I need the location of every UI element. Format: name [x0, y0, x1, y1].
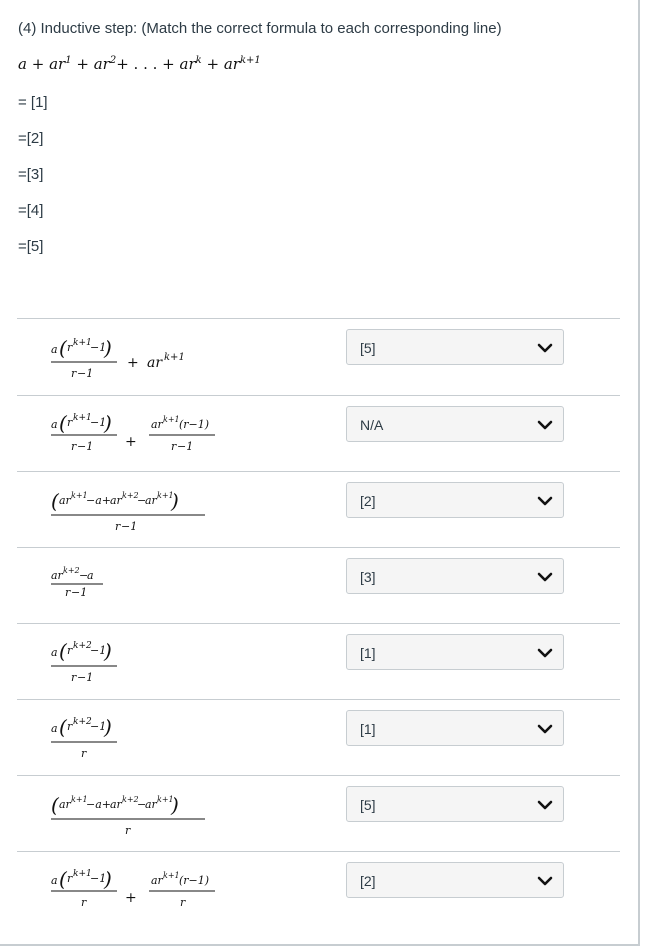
svg-text:r: r — [81, 896, 87, 909]
formula-display: ar k+2 − a r −1 — [49, 556, 249, 616]
answer-dropdown[interactable]: [1] — [346, 634, 564, 670]
answer-dropdown[interactable]: [3] — [346, 558, 564, 594]
step-line-3: =[3] — [18, 166, 44, 183]
svg-text:ar: ar — [110, 798, 123, 811]
svg-text:a: a — [87, 569, 94, 582]
svg-text:−1: −1 — [177, 440, 193, 453]
dropdown-selected-value: [3] — [360, 569, 376, 585]
svg-text:): ) — [170, 793, 179, 817]
series-expression: a + ar1 + ar2+ . . . + ark + ark+1 — [18, 55, 261, 73]
svg-text:k+1: k+1 — [164, 352, 185, 363]
question-card: (4) Inductive step: (Match the correct f… — [0, 0, 640, 946]
svg-text:): ) — [103, 639, 112, 663]
answer-dropdown[interactable]: [1] — [346, 710, 564, 746]
svg-text:−1: −1 — [121, 520, 137, 533]
match-row: a ( r k+1 −1 ) r + ar k+1 (r−1) r [2] — [17, 852, 620, 928]
svg-text:): ) — [103, 715, 112, 739]
step-line-5: =[5] — [18, 238, 44, 255]
svg-text:+: + — [125, 434, 137, 450]
svg-text:a: a — [51, 646, 58, 659]
svg-text:−1: −1 — [71, 586, 87, 599]
svg-text:k+1: k+1 — [73, 413, 92, 423]
match-row: ( ar k+1 −a+ ar k+2 − ar k+1 ) r −1 [2] — [17, 472, 620, 548]
chevron-down-icon — [537, 572, 553, 582]
chevron-down-icon — [537, 496, 553, 506]
dropdown-selected-value: [5] — [360, 340, 376, 356]
formula-display: a ( r k+1 −1 ) r −1 + ar k+1 (r−1) r −1 — [49, 404, 249, 464]
match-row: a ( r k+1 −1 ) r −1 + ar k+1 [5] — [17, 319, 620, 395]
dropdown-selected-value: N/A — [360, 417, 384, 433]
step-line-1: = [1] — [18, 94, 48, 111]
svg-text:k+1: k+1 — [163, 415, 180, 424]
formula-display: ( ar k+1 −a+ ar k+2 − ar k+1 ) r — [49, 784, 249, 844]
svg-text:): ) — [103, 411, 112, 435]
question-title: (4) Inductive step: (Match the correct f… — [18, 20, 502, 37]
formula-display: a ( r k+1 −1 ) r + ar k+1 (r−1) r — [49, 860, 249, 920]
svg-text:+: + — [125, 890, 137, 906]
step-line-2: =[2] — [18, 130, 44, 147]
answer-dropdown[interactable]: N/A — [346, 406, 564, 442]
svg-text:a: a — [51, 418, 58, 431]
dropdown-selected-value: [2] — [360, 493, 376, 509]
svg-text:a: a — [51, 722, 58, 735]
svg-text:−a+: −a+ — [86, 798, 111, 811]
svg-text:k+1: k+1 — [73, 869, 92, 879]
svg-text:r: r — [125, 824, 131, 837]
svg-text:r: r — [180, 896, 186, 909]
chevron-down-icon — [537, 420, 553, 430]
svg-text:−a+: −a+ — [86, 494, 111, 507]
dropdown-selected-value: [2] — [360, 873, 376, 889]
svg-text:−1: −1 — [77, 367, 93, 380]
svg-text:): ) — [103, 336, 112, 360]
svg-text:ar: ar — [59, 798, 72, 811]
formula-display: ( ar k+1 −a+ ar k+2 − ar k+1 ) r −1 — [49, 480, 249, 540]
answer-dropdown[interactable]: [5] — [346, 329, 564, 365]
svg-text:+: + — [127, 355, 139, 371]
svg-text:ar: ar — [145, 798, 158, 811]
svg-text:k+1: k+1 — [163, 871, 180, 880]
svg-text:k+2: k+2 — [63, 566, 80, 575]
chevron-down-icon — [537, 800, 553, 810]
dropdown-selected-value: [1] — [360, 645, 376, 661]
formula-display: a ( r k+1 −1 ) r −1 + ar k+1 — [49, 327, 249, 387]
svg-text:−1: −1 — [77, 671, 93, 684]
svg-text:ar: ar — [145, 494, 158, 507]
svg-text:a: a — [51, 874, 58, 887]
answer-dropdown[interactable]: [2] — [346, 862, 564, 898]
formula-display: a ( r k+2 −1 ) r −1 — [49, 632, 249, 692]
chevron-down-icon — [537, 343, 553, 353]
chevron-down-icon — [537, 648, 553, 658]
svg-text:ar: ar — [110, 494, 123, 507]
answer-dropdown[interactable]: [2] — [346, 482, 564, 518]
step-line-4: =[4] — [18, 202, 44, 219]
chevron-down-icon — [537, 724, 553, 734]
svg-text:r: r — [81, 747, 87, 760]
match-row: a ( r k+2 −1 ) r [1] — [17, 700, 620, 776]
match-row: a ( r k+2 −1 ) r −1 [1] — [17, 624, 620, 700]
svg-text:): ) — [103, 867, 112, 891]
svg-text:−1: −1 — [77, 440, 93, 453]
svg-text:): ) — [170, 489, 179, 513]
match-row: a ( r k+1 −1 ) r −1 + ar k+1 (r−1) r −1 … — [17, 396, 620, 472]
match-row: ar k+2 − a r −1 [3] — [17, 548, 620, 624]
svg-text:ar: ar — [59, 494, 72, 507]
svg-text:(r−1): (r−1) — [179, 418, 209, 431]
dropdown-selected-value: [1] — [360, 721, 376, 737]
answer-dropdown[interactable]: [5] — [346, 786, 564, 822]
svg-text:a: a — [51, 343, 58, 356]
svg-text:ar: ar — [151, 874, 164, 887]
svg-text:ar: ar — [151, 418, 164, 431]
chevron-down-icon — [537, 876, 553, 886]
dropdown-selected-value: [5] — [360, 797, 376, 813]
svg-text:ar: ar — [147, 355, 163, 371]
formula-display: a ( r k+2 −1 ) r — [49, 708, 249, 768]
svg-text:ar: ar — [51, 569, 64, 582]
svg-text:k+1: k+1 — [73, 338, 92, 348]
svg-text:(r−1): (r−1) — [179, 874, 209, 887]
match-row: ( ar k+1 −a+ ar k+2 − ar k+1 ) r [5] — [17, 776, 620, 852]
